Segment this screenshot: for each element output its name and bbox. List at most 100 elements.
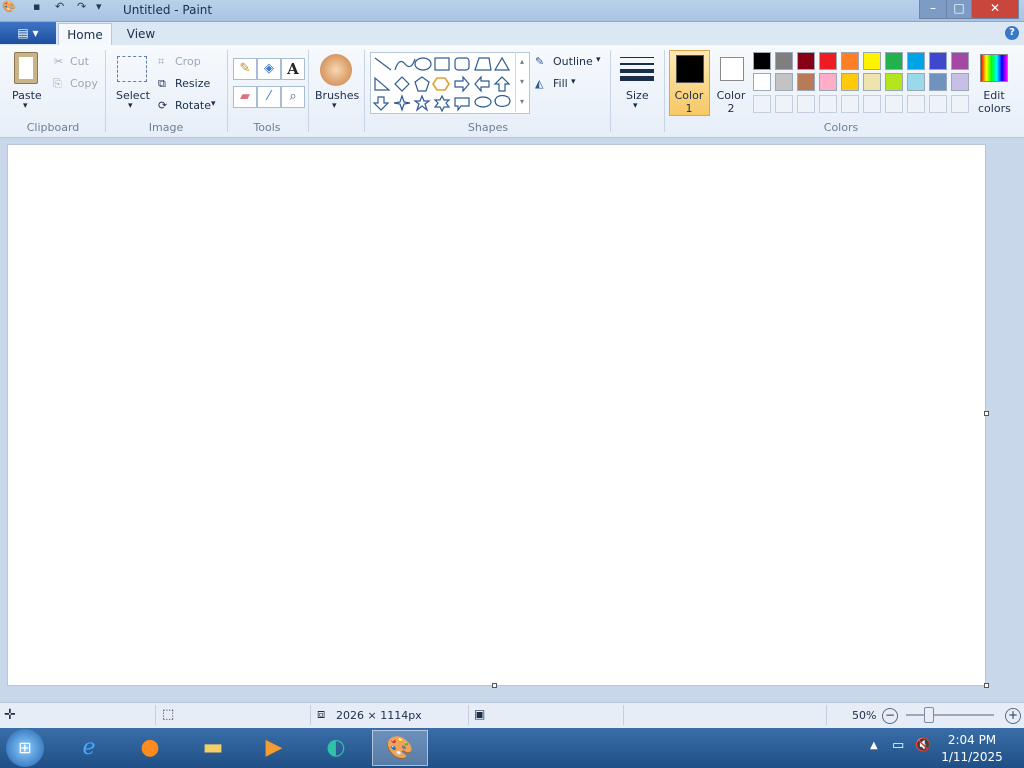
customize-quick-access-icon[interactable]: ▾ xyxy=(96,0,102,13)
eraser-icon[interactable]: ▰ xyxy=(233,86,257,108)
pencil-icon[interactable]: ✎ xyxy=(233,58,257,80)
maximize-button[interactable]: □ xyxy=(946,0,972,19)
color-picker-icon[interactable]: ⁄ xyxy=(257,86,281,108)
firefox-icon[interactable]: ● xyxy=(126,730,174,766)
fill-bucket-icon[interactable]: ◈ xyxy=(257,58,281,80)
file-explorer-icon[interactable]: ▬ xyxy=(189,730,237,766)
network-icon[interactable]: ▭ xyxy=(892,738,904,753)
brushes-icon[interactable] xyxy=(320,54,352,86)
palette-swatch[interactable] xyxy=(863,52,881,70)
custom-color-slot[interactable] xyxy=(753,95,771,113)
color2-swatch[interactable] xyxy=(720,57,744,81)
zoom-out-button[interactable]: − xyxy=(882,708,898,724)
text-tool-icon[interactable]: A xyxy=(281,58,305,80)
rotate-dropdown-icon[interactable]: ▾ xyxy=(211,99,216,109)
cut-button[interactable]: Cut xyxy=(70,55,89,68)
save-icon[interactable]: ▪ xyxy=(33,0,40,13)
chat-app-icon[interactable]: ◐ xyxy=(312,730,360,766)
app-menu-button[interactable]: ▤ ▾ xyxy=(0,22,56,44)
cut-icon: ✂ xyxy=(54,55,64,68)
brushes-dropdown-icon[interactable]: ▾ xyxy=(332,101,337,111)
resize-handle-corner[interactable] xyxy=(984,683,989,688)
copy-icon: ⎘ xyxy=(53,77,62,90)
fill-button[interactable]: Fill xyxy=(553,77,568,90)
palette-swatch[interactable] xyxy=(951,52,969,70)
redo-icon[interactable]: ↷ xyxy=(77,0,86,13)
palette-swatch[interactable] xyxy=(885,73,903,91)
tab-home[interactable]: Home xyxy=(58,23,112,46)
resize-button[interactable]: Resize xyxy=(175,77,210,90)
palette-swatch[interactable] xyxy=(819,52,837,70)
palette-swatch[interactable] xyxy=(951,73,969,91)
resize-handle-bottom[interactable] xyxy=(492,683,497,688)
volume-muted-icon[interactable]: 🔇 xyxy=(915,738,931,753)
paste-dropdown-icon[interactable]: ▾ xyxy=(23,101,28,111)
custom-color-slot[interactable] xyxy=(885,95,903,113)
paint-app-icon[interactable]: 🎨 xyxy=(2,0,16,13)
custom-color-slot[interactable] xyxy=(907,95,925,113)
custom-color-slot[interactable] xyxy=(819,95,837,113)
color2-label[interactable]: Color 2 xyxy=(716,89,746,115)
start-button[interactable]: ⊞ xyxy=(6,729,44,767)
custom-color-slot[interactable] xyxy=(841,95,859,113)
help-icon[interactable]: ? xyxy=(1005,26,1019,40)
resize-icon: ⧉ xyxy=(158,77,166,90)
custom-color-slot[interactable] xyxy=(929,95,947,113)
palette-swatch[interactable] xyxy=(863,73,881,91)
fill-dropdown-icon[interactable]: ▾ xyxy=(571,77,576,87)
palette-swatch[interactable] xyxy=(907,52,925,70)
media-player-icon[interactable]: ▶ xyxy=(250,730,298,766)
custom-color-slot[interactable] xyxy=(797,95,815,113)
palette-swatch[interactable] xyxy=(753,73,771,91)
rotate-button[interactable]: Rotate xyxy=(175,99,211,112)
select-dropdown-icon[interactable]: ▾ xyxy=(128,101,133,111)
internet-explorer-icon[interactable]: ℯ xyxy=(65,730,113,766)
clock-date[interactable]: 1/11/2025 xyxy=(938,750,1006,764)
size-dropdown-icon[interactable]: ▾ xyxy=(633,101,638,111)
palette-swatch[interactable] xyxy=(885,52,903,70)
paint-taskbar-icon[interactable]: 🎨 xyxy=(372,730,428,766)
shapes-gallery-scroll[interactable]: ▴ ▾ ▾ xyxy=(515,52,528,112)
zoom-slider-thumb[interactable] xyxy=(924,707,934,723)
palette-swatch[interactable] xyxy=(775,73,793,91)
select-icon[interactable] xyxy=(117,56,147,82)
magnifier-icon[interactable]: ⌕ xyxy=(281,86,305,108)
minimize-button[interactable]: – xyxy=(919,0,947,19)
palette-swatch[interactable] xyxy=(797,52,815,70)
palette-swatch[interactable] xyxy=(797,73,815,91)
drawing-canvas[interactable] xyxy=(7,144,986,686)
close-button[interactable]: ✕ xyxy=(971,0,1019,19)
crop-button[interactable]: Crop xyxy=(175,55,201,68)
zoom-in-button[interactable]: + xyxy=(1005,708,1021,724)
palette-swatch[interactable] xyxy=(775,52,793,70)
palette-swatch[interactable] xyxy=(907,73,925,91)
paste-button[interactable] xyxy=(10,52,42,88)
edit-colors-button[interactable]: Edit colors xyxy=(978,89,1011,115)
outline-button[interactable]: Outline xyxy=(553,55,593,68)
resize-handle-right[interactable] xyxy=(984,411,989,416)
edit-colors-icon[interactable] xyxy=(980,54,1008,82)
line-size-icon[interactable] xyxy=(620,55,654,81)
custom-color-slot[interactable] xyxy=(775,95,793,113)
undo-icon[interactable]: ↶ xyxy=(55,0,64,13)
tab-view[interactable]: View xyxy=(118,23,164,45)
palette-swatch[interactable] xyxy=(929,52,947,70)
status-divider xyxy=(468,705,469,725)
palette-swatch[interactable] xyxy=(841,52,859,70)
palette-swatch[interactable] xyxy=(841,73,859,91)
copy-button[interactable]: Copy xyxy=(70,77,98,90)
rotate-icon: ⟳ xyxy=(158,99,168,112)
custom-color-slot[interactable] xyxy=(951,95,969,113)
show-hidden-icons[interactable]: ▲ xyxy=(870,740,878,751)
file-size-icon: ▣ xyxy=(474,707,486,721)
palette-swatch[interactable] xyxy=(929,73,947,91)
palette-swatch[interactable] xyxy=(753,52,771,70)
group-divider xyxy=(610,50,611,132)
outline-dropdown-icon[interactable]: ▾ xyxy=(596,55,601,65)
selection-size-icon: ⬚ xyxy=(162,707,175,722)
brushes-button[interactable]: Brushes xyxy=(315,89,359,102)
clock-time[interactable]: 2:04 PM xyxy=(942,733,1002,747)
zoom-slider-track[interactable] xyxy=(906,714,994,716)
palette-swatch[interactable] xyxy=(819,73,837,91)
custom-color-slot[interactable] xyxy=(863,95,881,113)
